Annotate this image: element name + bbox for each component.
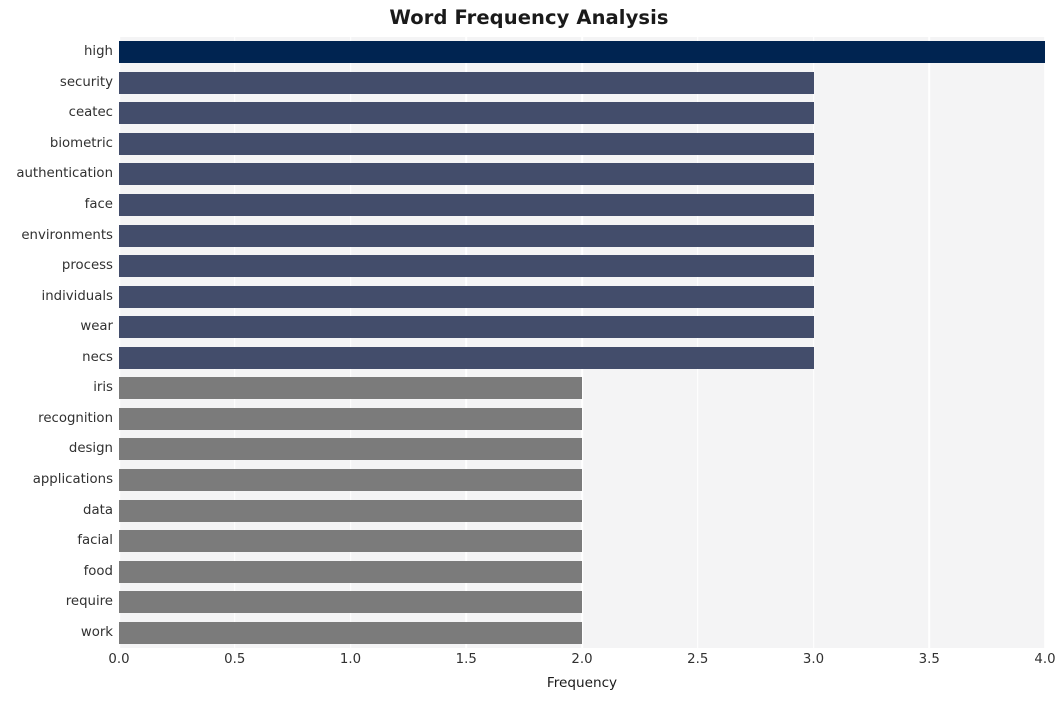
plot-area <box>118 37 1046 648</box>
bar <box>119 438 582 461</box>
y-axis-tick-labels: high security ceatec biometric authenticatio… <box>0 37 113 648</box>
y-tick-label: security <box>59 74 113 90</box>
y-tick-label: recognition <box>38 410 113 426</box>
y-tick-label: face <box>84 197 113 213</box>
x-tick-label: 4.0 <box>1034 652 1056 667</box>
bar <box>119 316 814 339</box>
y-tick-label: authentication <box>16 166 113 182</box>
x-tick-label: 1.5 <box>455 652 477 667</box>
chart-figure: Word Frequency Analysis high security ceat… <box>0 0 1058 701</box>
x-tick-label: 2.5 <box>687 652 709 667</box>
bar <box>119 41 1045 64</box>
x-tick-label: 3.0 <box>802 652 825 667</box>
y-tick-label: environments <box>21 227 113 243</box>
y-tick-label: necs <box>82 349 113 365</box>
bar <box>119 377 582 400</box>
bar <box>119 132 814 155</box>
y-tick-label: applications <box>32 471 113 487</box>
x-tick-label: 0.0 <box>108 652 130 667</box>
y-tick-label: facial <box>77 533 113 549</box>
x-tick-label: 0.5 <box>224 652 246 667</box>
bar-series <box>119 37 1045 648</box>
bar <box>119 530 582 553</box>
y-tick-label: wear <box>80 319 113 335</box>
x-tick-label: 3.5 <box>918 652 940 667</box>
y-tick-label: data <box>83 502 113 518</box>
bar <box>119 224 814 247</box>
y-tick-label: individuals <box>41 288 113 304</box>
x-axis-tick-labels: 0.0 0.5 1.0 1.5 2.0 2.5 3.0 3.5 4.0 <box>108 652 1055 672</box>
bar <box>119 407 582 430</box>
x-axis-label: Frequency <box>546 675 618 691</box>
y-tick-label: process <box>61 258 113 274</box>
y-tick-label: work <box>80 624 113 640</box>
y-tick-label: design <box>68 441 113 457</box>
bar <box>119 499 582 522</box>
bar <box>119 468 582 491</box>
x-tick-label: 2.0 <box>571 652 593 667</box>
y-tick-label: high <box>84 44 113 60</box>
bar <box>119 591 582 614</box>
bar <box>119 621 582 644</box>
bar <box>119 71 814 94</box>
y-tick-label: iris <box>93 380 113 396</box>
bar <box>119 102 814 125</box>
x-tick-label: 1.0 <box>339 652 362 667</box>
y-tick-label: food <box>83 563 113 579</box>
y-tick-label: require <box>65 594 113 610</box>
bar <box>119 285 814 308</box>
bar <box>119 163 814 186</box>
bar <box>119 346 814 369</box>
bar <box>119 194 814 217</box>
bar <box>119 560 582 583</box>
chart-title: Word Frequency Analysis <box>389 6 669 29</box>
bar <box>119 255 814 278</box>
y-tick-label: biometric <box>49 135 113 151</box>
y-tick-label: ceatec <box>68 105 113 121</box>
